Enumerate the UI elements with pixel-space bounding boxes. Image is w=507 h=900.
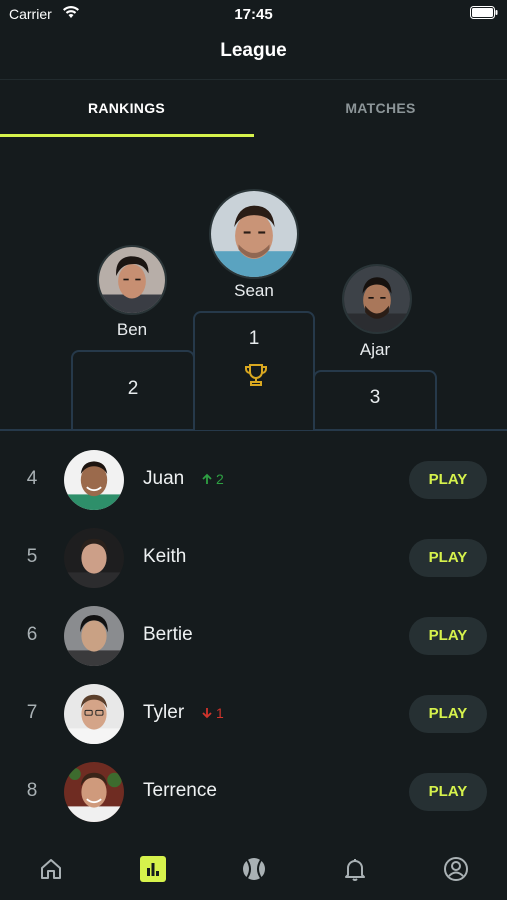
- podium-step-second: 2: [71, 350, 195, 430]
- play-button[interactable]: PLAY: [409, 461, 487, 499]
- nav-home[interactable]: [38, 856, 64, 882]
- play-button[interactable]: PLAY: [409, 539, 487, 577]
- nav-leaderboard[interactable]: [140, 856, 166, 882]
- avatar-second-place[interactable]: [97, 245, 167, 315]
- trend-indicator: 1: [200, 705, 224, 721]
- avatar: [64, 762, 124, 822]
- play-button[interactable]: PLAY: [409, 617, 487, 655]
- podium-step-third: 3: [313, 370, 437, 430]
- rank-number: 7: [26, 702, 38, 723]
- rank-number: 6: [26, 624, 38, 645]
- status-time: 17:45: [234, 6, 273, 23]
- nav-matches[interactable]: [241, 856, 267, 882]
- trend-value: 2: [216, 471, 224, 487]
- page-title: League: [220, 40, 287, 61]
- player-name: Terrence: [143, 780, 217, 801]
- player-name: Bertie: [143, 624, 193, 645]
- rank-number: 5: [26, 546, 38, 567]
- avatar: [64, 606, 124, 666]
- podium-place-2: 2: [127, 378, 139, 399]
- rank-number: 8: [26, 780, 38, 801]
- podium-place-3: 3: [369, 387, 381, 408]
- header-divider: [0, 79, 507, 80]
- leaderboard-icon: [147, 863, 159, 876]
- trophy-icon: [245, 364, 267, 386]
- ranking-row[interactable]: 6 Bertie PLAY: [0, 596, 507, 674]
- play-button[interactable]: PLAY: [409, 695, 487, 733]
- podium: Sean Ben Ajar 2 3 1: [0, 140, 507, 430]
- battery-icon: [470, 6, 498, 19]
- ranking-row[interactable]: 4 Juan 2 PLAY: [0, 440, 507, 518]
- trend-value: 1: [216, 705, 224, 721]
- arrow-up-icon: [202, 473, 212, 484]
- tennis-ball-icon: [243, 858, 265, 880]
- ranking-row[interactable]: 5 Keith PLAY: [0, 518, 507, 596]
- home-icon: [41, 859, 61, 879]
- avatar: [64, 450, 124, 510]
- bell-icon: [345, 859, 365, 881]
- podium-place-1: 1: [248, 328, 260, 349]
- ranking-row[interactable]: 7 Tyler 1 PLAY: [0, 674, 507, 752]
- avatar-third-place[interactable]: [342, 264, 412, 334]
- bottom-tab-bar: [0, 840, 507, 900]
- play-button[interactable]: PLAY: [409, 773, 487, 811]
- podium-third-name: Ajar: [359, 340, 391, 359]
- active-tab-indicator: [0, 134, 254, 137]
- player-name: Tyler: [143, 702, 185, 723]
- ranking-row[interactable]: 8 Terrence PLAY: [0, 752, 507, 830]
- avatar: [64, 528, 124, 588]
- tab-matches[interactable]: MATCHES: [254, 100, 507, 116]
- nav-notifications[interactable]: [342, 856, 368, 882]
- player-name: Keith: [143, 546, 187, 567]
- podium-first-name: Sean: [234, 281, 274, 300]
- player-name: Juan: [143, 468, 185, 489]
- podium-second-name: Ben: [116, 320, 148, 339]
- avatar-first-place[interactable]: [209, 189, 299, 279]
- nav-profile[interactable]: [443, 856, 469, 882]
- rank-number: 4: [26, 468, 38, 489]
- status-bar: Carrier 17:45: [0, 0, 507, 28]
- trend-indicator: 2: [200, 471, 224, 487]
- avatar: [64, 684, 124, 744]
- podium-step-first: 1: [193, 311, 315, 430]
- profile-icon: [444, 857, 468, 881]
- arrow-down-icon: [202, 708, 212, 719]
- tab-rankings[interactable]: RANKINGS: [0, 100, 253, 116]
